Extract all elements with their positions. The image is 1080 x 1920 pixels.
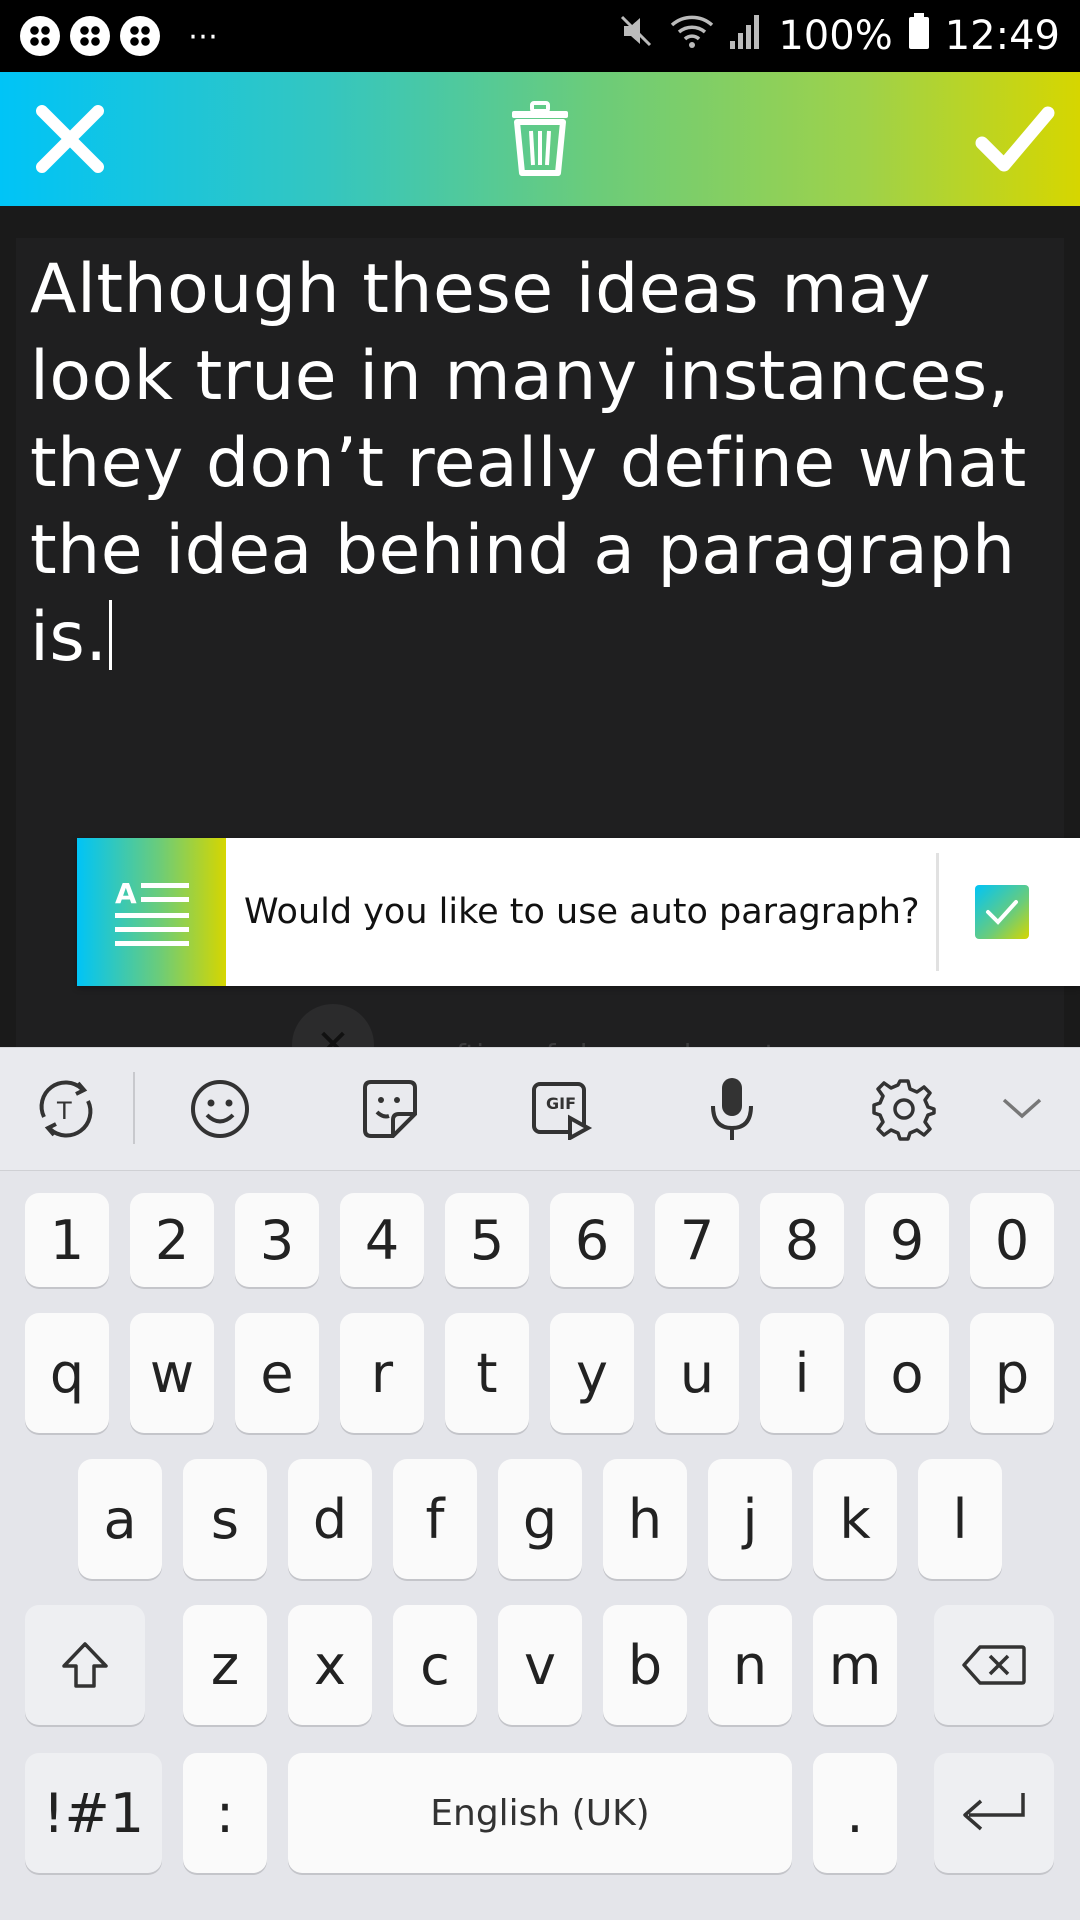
gif-button[interactable]: GIF [512, 1048, 612, 1170]
backspace-key[interactable] [934, 1605, 1054, 1725]
more-notifications-icon: ⋯ [188, 18, 220, 54]
key-r[interactable]: r [340, 1313, 424, 1433]
key-j[interactable]: j [708, 1459, 792, 1579]
collapse-chevron-icon [1002, 1098, 1042, 1119]
colon-key[interactable]: : [183, 1753, 267, 1873]
key-o[interactable]: o [865, 1313, 949, 1433]
key-6[interactable]: 6 [550, 1193, 634, 1287]
keyboard-toolbar: T GIF [0, 1047, 1080, 1171]
wifi-icon [670, 11, 714, 61]
auto-paragraph-icon: A [77, 838, 226, 986]
status-indicators: 100% 12:49 [616, 11, 1060, 61]
auto-paragraph-banner: A Would you like to use auto paragraph? [77, 838, 1080, 986]
text-mode-button[interactable]: T [16, 1048, 116, 1170]
battery-icon [907, 11, 931, 61]
key-i[interactable]: i [760, 1313, 844, 1433]
close-button[interactable] [20, 72, 120, 206]
key-t[interactable]: t [445, 1313, 529, 1433]
key-w[interactable]: w [130, 1313, 214, 1433]
editor-line: they don’t really define what [30, 424, 1027, 503]
key-e[interactable]: e [235, 1313, 319, 1433]
keyboard-settings-button[interactable] [854, 1048, 954, 1170]
key-7[interactable]: 7 [655, 1193, 739, 1287]
microphone-icon [711, 1078, 753, 1140]
auto-paragraph-checkbox[interactable] [974, 885, 1029, 939]
sticker-icon [363, 1080, 417, 1138]
key-p[interactable]: p [970, 1313, 1054, 1433]
key-n[interactable]: n [708, 1605, 792, 1725]
signal-icon [728, 11, 764, 61]
trash-icon [512, 101, 568, 176]
gif-label: GIF [546, 1094, 577, 1113]
check-icon [975, 106, 1055, 172]
key-b[interactable]: b [603, 1605, 687, 1725]
editor-line: Although these ideas may [30, 250, 931, 329]
key-x[interactable]: x [288, 1605, 372, 1725]
key-c[interactable]: c [393, 1605, 477, 1725]
mute-icon [616, 11, 656, 61]
key-q[interactable]: q [25, 1313, 109, 1433]
close-icon [36, 105, 104, 173]
shift-icon [62, 1642, 108, 1688]
collapse-keyboard-button[interactable] [972, 1048, 1072, 1170]
key-g[interactable]: g [498, 1459, 582, 1579]
key-5[interactable]: 5 [445, 1193, 529, 1287]
key-z[interactable]: z [183, 1605, 267, 1725]
svg-text:T: T [56, 1097, 72, 1125]
confirm-button[interactable] [960, 72, 1070, 206]
shift-key[interactable] [25, 1605, 145, 1725]
text-caret [109, 600, 113, 670]
editor-line: look true in many instances, [30, 337, 1010, 416]
keyboard: 1 2 3 4 5 6 7 8 9 0 q w e r t y u i o p … [0, 1171, 1080, 1920]
voice-input-button[interactable] [682, 1048, 782, 1170]
key-1[interactable]: 1 [25, 1193, 109, 1287]
key-f[interactable]: f [393, 1459, 477, 1579]
editor-line: the idea behind a paragraph is. [30, 511, 1016, 677]
editor-content[interactable]: Although these ideas may look true in man… [30, 238, 1060, 681]
key-l[interactable]: l [918, 1459, 1002, 1579]
key-h[interactable]: h [603, 1459, 687, 1579]
key-a[interactable]: a [78, 1459, 162, 1579]
checkmark-icon [985, 900, 1018, 925]
battery-percent: 100% [778, 13, 893, 59]
key-u[interactable]: u [655, 1313, 739, 1433]
emoji-button[interactable] [170, 1048, 270, 1170]
period-key[interactable]: . [813, 1753, 897, 1873]
key-3[interactable]: 3 [235, 1193, 319, 1287]
key-y[interactable]: y [550, 1313, 634, 1433]
key-9[interactable]: 9 [865, 1193, 949, 1287]
clock: 12:49 [944, 13, 1060, 59]
banner-divider [935, 853, 939, 971]
space-bar[interactable]: English (UK) [288, 1753, 792, 1873]
key-8[interactable]: 8 [760, 1193, 844, 1287]
svg-text:A: A [115, 877, 137, 910]
key-v[interactable]: v [498, 1605, 582, 1725]
symbols-key[interactable]: !#1 [25, 1753, 162, 1873]
enter-icon [963, 1793, 1025, 1831]
app-icon-2 [70, 16, 110, 56]
emoji-icon [191, 1080, 249, 1138]
app-icon-3 [120, 16, 160, 56]
key-m[interactable]: m [813, 1605, 897, 1725]
sticker-button[interactable] [340, 1048, 440, 1170]
editor-toolbar [0, 72, 1080, 206]
auto-paragraph-message: Would you like to use auto paragraph? [244, 892, 920, 932]
app-icon-1 [20, 16, 60, 56]
backspace-icon [962, 1645, 1026, 1685]
status-bar: ⋯ 100% 12:49 [0, 0, 1080, 72]
space-bar-label: English (UK) [430, 1792, 650, 1834]
key-2[interactable]: 2 [130, 1193, 214, 1287]
key-d[interactable]: d [288, 1459, 372, 1579]
toolbar-divider [133, 1072, 135, 1144]
settings-icon [872, 1079, 936, 1141]
key-4[interactable]: 4 [340, 1193, 424, 1287]
key-k[interactable]: k [813, 1459, 897, 1579]
enter-key[interactable] [934, 1753, 1054, 1873]
key-s[interactable]: s [183, 1459, 267, 1579]
notification-icons: ⋯ [20, 16, 220, 56]
delete-button[interactable] [490, 72, 590, 206]
text-mode-icon: T [39, 1080, 93, 1138]
key-0[interactable]: 0 [970, 1193, 1054, 1287]
